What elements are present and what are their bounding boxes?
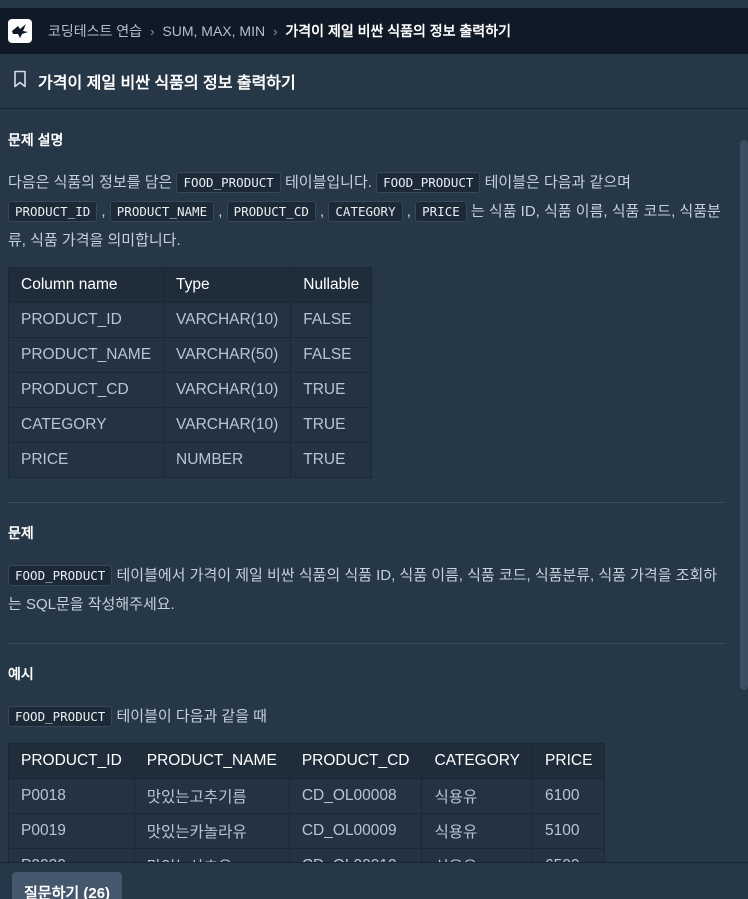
separator-text: ,	[315, 203, 329, 220]
table-cell: 5100	[532, 813, 606, 849]
table-cell: 식용유	[421, 848, 534, 862]
section-divider	[8, 643, 724, 644]
table-header-row: Column name Type Nullable	[7, 267, 373, 303]
table-cell: CD_OL00009	[288, 813, 423, 849]
table-row: CATEGORY VARCHAR(10) TRUE	[7, 407, 373, 443]
inline-code: PRODUCT_CD	[226, 201, 316, 222]
programmers-logo-icon[interactable]	[8, 19, 32, 43]
table-cell: VARCHAR(10)	[163, 407, 292, 443]
description-paragraph: 다음은 식품의 정보를 담은 FOOD_PRODUCT 테이블입니다. FOOD…	[8, 168, 724, 255]
problem-description-panel[interactable]: 문제 설명 다음은 식품의 정보를 담은 FOOD_PRODUCT 테이블입니다…	[0, 110, 740, 862]
chevron-right-icon: ›	[150, 23, 155, 39]
table-cell: VARCHAR(10)	[163, 372, 292, 408]
inline-code: PRICE	[415, 201, 467, 222]
table-row: PRODUCT_CD VARCHAR(10) TRUE	[7, 372, 373, 408]
separator-text: ,	[402, 203, 416, 220]
example-paragraph: FOOD_PRODUCT 테이블이 다음과 같을 때	[8, 702, 724, 731]
bottom-bar: 질문하기 (26)	[0, 862, 748, 899]
table-cell: TRUE	[290, 372, 373, 408]
table-header-cell: Nullable	[290, 267, 373, 303]
breadcrumb-coding-test[interactable]: 코딩테스트 연습	[48, 21, 142, 41]
table-header-cell: Type	[163, 267, 292, 303]
ask-question-button[interactable]: 질문하기 (26)	[12, 872, 123, 899]
table-cell: CD_OL00008	[288, 778, 423, 814]
example-table: PRODUCT_ID PRODUCT_NAME PRODUCT_CD CATEG…	[8, 743, 606, 862]
table-header-cell: PRODUCT_ID	[8, 743, 135, 779]
table-cell: TRUE	[290, 407, 373, 443]
table-cell: PRICE	[7, 442, 165, 478]
table-cell: 맛있는산초유	[133, 848, 290, 862]
description-heading: 문제 설명	[8, 132, 64, 148]
table-row: P0020 맛있는산초유 CD_OL00010 식용유 6500	[8, 848, 606, 862]
description-text: 테이블은 다음과 같으며	[480, 174, 631, 191]
bookmark-icon[interactable]	[12, 70, 28, 93]
problem-heading: 문제	[8, 525, 34, 541]
problem-text: 테이블에서 가격이 제일 비싼 식품의 식품 ID, 식품 이름, 식품 코드,…	[8, 567, 718, 613]
table-row: PRICE NUMBER TRUE	[7, 442, 373, 478]
table-cell: CATEGORY	[7, 407, 165, 443]
table-header-cell: Column name	[7, 267, 165, 303]
inline-code: FOOD_PRODUCT	[8, 565, 113, 586]
separator-text: ,	[97, 203, 110, 220]
table-header-row: PRODUCT_ID PRODUCT_NAME PRODUCT_CD CATEG…	[8, 743, 606, 779]
section-divider	[8, 502, 724, 503]
table-cell: 맛있는고추기름	[133, 778, 290, 814]
problem-paragraph: FOOD_PRODUCT 테이블에서 가격이 제일 비싼 식품의 식품 ID, …	[8, 561, 724, 619]
separator-text: ,	[214, 203, 227, 220]
table-cell: PRODUCT_NAME	[7, 337, 165, 373]
table-cell: FALSE	[290, 337, 373, 373]
table-cell: P0020	[8, 848, 135, 862]
example-text: 테이블이 다음과 같을 때	[112, 708, 267, 725]
table-row: PRODUCT_NAME VARCHAR(50) FALSE	[7, 337, 373, 373]
inline-code: PRODUCT_ID	[8, 201, 98, 222]
table-cell: VARCHAR(10)	[163, 302, 292, 338]
top-bar: 코딩테스트 연습 › SUM, MAX, MIN › 가격이 제일 비싼 식품의…	[0, 8, 748, 54]
table-cell: PRODUCT_CD	[7, 372, 165, 408]
table-cell: 맛있는카놀라유	[133, 813, 290, 849]
table-row: PRODUCT_ID VARCHAR(10) FALSE	[7, 302, 373, 338]
inline-code: FOOD_PRODUCT	[8, 706, 113, 727]
description-text: 테이블입니다.	[280, 174, 377, 191]
chevron-right-icon: ›	[273, 23, 278, 39]
table-header-cell: CATEGORY	[421, 743, 534, 779]
table-cell: CD_OL00010	[288, 848, 423, 862]
breadcrumb-category[interactable]: SUM, MAX, MIN	[162, 23, 265, 39]
table-cell: 식용유	[421, 813, 534, 849]
lesson-header: 가격이 제일 비싼 식품의 정보 출력하기	[0, 54, 748, 109]
description-text: 다음은 식품의 정보를 담은	[8, 174, 177, 191]
table-cell: P0018	[8, 778, 135, 814]
table-cell: 6500	[532, 848, 606, 862]
table-row: P0018 맛있는고추기름 CD_OL00008 식용유 6100	[8, 778, 606, 814]
table-header-cell: PRODUCT_CD	[288, 743, 423, 779]
page-title: 가격이 제일 비싼 식품의 정보 출력하기	[38, 75, 296, 92]
breadcrumb-current: 가격이 제일 비싼 식품의 정보 출력하기	[285, 23, 511, 39]
inline-code: CATEGORY	[328, 201, 403, 222]
table-header-cell: PRICE	[532, 743, 606, 779]
inline-code: FOOD_PRODUCT	[176, 172, 281, 193]
table-cell: NUMBER	[163, 442, 292, 478]
table-cell: FALSE	[290, 302, 373, 338]
table-cell: VARCHAR(50)	[163, 337, 292, 373]
inline-code: FOOD_PRODUCT	[376, 172, 481, 193]
table-cell: 6100	[532, 778, 606, 814]
table-cell: P0019	[8, 813, 135, 849]
example-heading: 예시	[8, 666, 34, 682]
scrollbar-thumb[interactable]	[740, 140, 748, 690]
table-cell: PRODUCT_ID	[7, 302, 165, 338]
table-header-cell: PRODUCT_NAME	[133, 743, 290, 779]
table-cell: TRUE	[290, 442, 373, 478]
table-cell: 식용유	[421, 778, 534, 814]
schema-table: Column name Type Nullable PRODUCT_ID VAR…	[7, 267, 373, 478]
inline-code: PRODUCT_NAME	[109, 201, 215, 222]
breadcrumb: 코딩테스트 연습 › SUM, MAX, MIN › 가격이 제일 비싼 식품의…	[48, 21, 511, 41]
table-row: P0019 맛있는카놀라유 CD_OL00009 식용유 5100	[8, 813, 606, 849]
